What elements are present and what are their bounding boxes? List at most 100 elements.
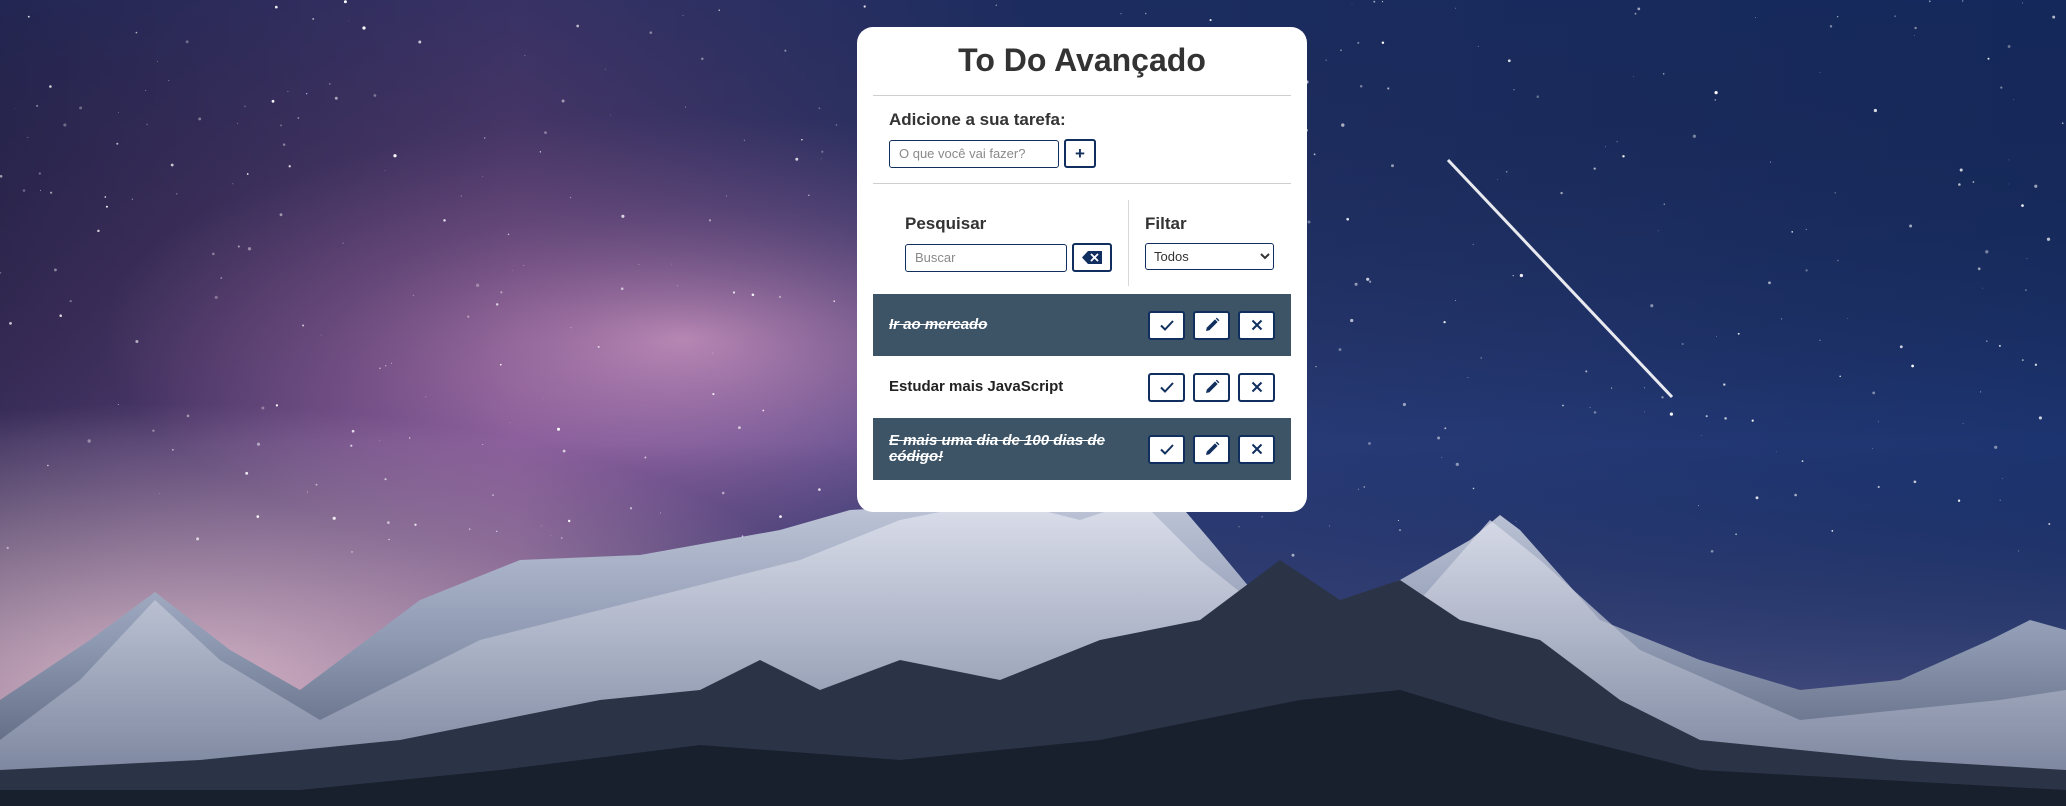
- todo-text: Ir ao mercado: [889, 316, 988, 333]
- star: [576, 24, 580, 28]
- check-icon: [1159, 319, 1174, 331]
- star: [1977, 267, 1981, 271]
- star: [1455, 7, 1457, 9]
- star: [1805, 269, 1808, 272]
- finish-todo-button[interactable]: [1148, 372, 1185, 402]
- star: [1455, 462, 1459, 467]
- star: [297, 117, 300, 119]
- star: [1472, 487, 1475, 490]
- star: [1291, 553, 1295, 557]
- star: [659, 512, 662, 514]
- search-row: [905, 243, 1128, 272]
- star: [256, 515, 260, 518]
- star: [2000, 86, 2003, 89]
- star: [1368, 442, 1371, 445]
- star: [1391, 164, 1394, 168]
- star: [1616, 141, 1618, 143]
- star: [351, 429, 355, 433]
- star: [1819, 339, 1821, 341]
- star: [329, 83, 331, 85]
- star: [2007, 45, 2011, 48]
- star: [246, 173, 249, 175]
- edit-todo-button[interactable]: [1193, 310, 1230, 340]
- star: [1899, 345, 1903, 349]
- star: [1909, 224, 1913, 228]
- star: [1643, 411, 1645, 413]
- add-task-button[interactable]: +: [1064, 139, 1096, 168]
- star: [176, 193, 178, 195]
- star: [116, 142, 119, 145]
- star: [2021, 204, 2024, 207]
- star: [40, 189, 41, 191]
- star: [1313, 153, 1316, 156]
- clear-search-button[interactable]: [1072, 243, 1112, 272]
- star: [1505, 171, 1508, 173]
- star: [1261, 516, 1263, 518]
- star: [237, 245, 240, 248]
- star: [1961, 0, 1964, 2]
- star: [172, 449, 174, 451]
- finish-todo-button[interactable]: [1148, 434, 1185, 464]
- star: [1914, 26, 1917, 30]
- finish-todo-button[interactable]: [1148, 310, 1185, 340]
- check-icon: [1159, 443, 1174, 455]
- filter-select[interactable]: Todos: [1145, 243, 1274, 270]
- star: [1714, 99, 1717, 101]
- star: [483, 137, 486, 139]
- star: [1144, 12, 1147, 15]
- star: [467, 315, 470, 318]
- add-task-input[interactable]: [889, 139, 1059, 168]
- star: [1662, 73, 1665, 75]
- star: [1328, 525, 1330, 527]
- star: [2038, 416, 2042, 420]
- star: [1325, 59, 1327, 61]
- star: [1357, 488, 1360, 490]
- star: [1972, 181, 1975, 183]
- star: [1724, 417, 1727, 420]
- star: [560, 536, 563, 539]
- star: [1512, 274, 1514, 277]
- edit-todo-button[interactable]: [1193, 372, 1230, 402]
- pencil-icon: [1204, 317, 1220, 333]
- star: [701, 57, 704, 60]
- star: [1307, 220, 1311, 224]
- star: [1791, 231, 1794, 233]
- star: [1705, 415, 1708, 418]
- star: [1560, 191, 1563, 195]
- star: [1354, 282, 1358, 286]
- star: [198, 117, 202, 121]
- remove-todo-button[interactable]: [1238, 372, 1275, 402]
- star: [638, 263, 640, 266]
- star: [131, 198, 134, 200]
- remove-todo-button[interactable]: [1238, 434, 1275, 464]
- star: [726, 195, 728, 197]
- star: [393, 154, 397, 158]
- star: [244, 105, 246, 108]
- star: [1480, 357, 1482, 359]
- star: [2048, 522, 2051, 526]
- star: [384, 169, 386, 171]
- star: [620, 287, 624, 291]
- remove-todo-button[interactable]: [1238, 310, 1275, 340]
- star: [275, 404, 279, 407]
- star: [540, 525, 542, 527]
- star: [2034, 184, 2038, 188]
- add-task-label: Adicione a sua tarefa:: [889, 110, 1066, 129]
- star: [38, 172, 41, 175]
- star: [2008, 159, 2010, 161]
- star: [1877, 421, 1879, 423]
- edit-todo-button[interactable]: [1193, 434, 1230, 464]
- star: [1980, 391, 1982, 393]
- star: [1593, 167, 1596, 170]
- star: [1507, 59, 1511, 63]
- star: [6, 546, 9, 550]
- star: [597, 345, 600, 348]
- star: [801, 139, 803, 141]
- star: [288, 165, 291, 168]
- star: [211, 252, 215, 256]
- star: [500, 291, 503, 294]
- search-input[interactable]: [905, 243, 1067, 272]
- star: [1911, 364, 1914, 368]
- star: [274, 5, 278, 9]
- star: [1209, 19, 1212, 22]
